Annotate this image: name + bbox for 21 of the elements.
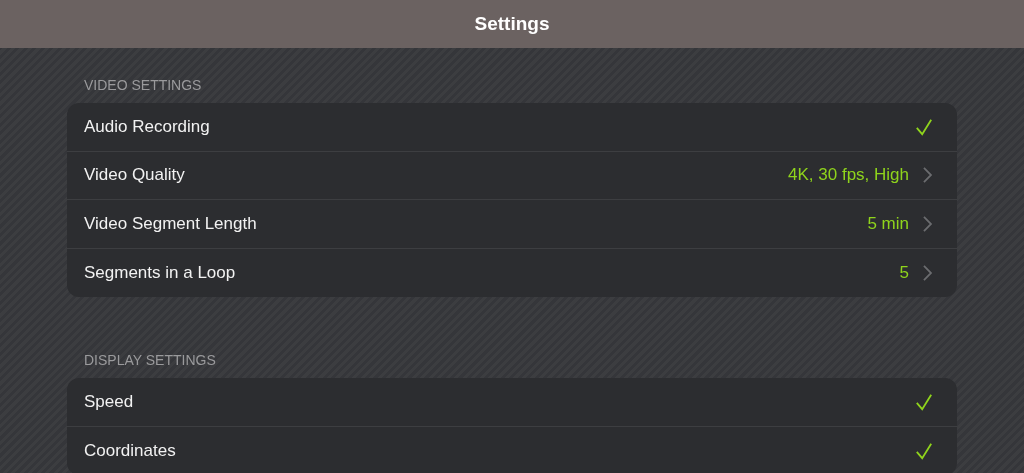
row-label: Segments in a Loop: [84, 262, 237, 283]
row-label: Video Quality: [84, 165, 186, 186]
settings-row[interactable]: Coordinates: [67, 426, 957, 473]
row-label: Coordinates: [84, 440, 177, 461]
chevron-icon: [923, 167, 932, 184]
row-label: Speed: [84, 391, 135, 412]
row-label: Video Segment Length: [84, 213, 258, 234]
chevron-icon: [923, 215, 932, 232]
settings-row[interactable]: Speed: [67, 378, 957, 427]
settings-row[interactable]: Segments in a Loop 5: [67, 248, 957, 297]
section-header: VIDEO SETTINGS: [83, 76, 203, 95]
row-value: 5: [899, 262, 909, 283]
chevron-icon: [923, 264, 932, 281]
page-title: Settings: [474, 13, 550, 35]
section-header: DISPLAY SETTINGS: [83, 351, 217, 370]
row-value: 5 min: [867, 213, 909, 234]
row-value: 4K, 30 fps, High: [788, 165, 909, 186]
row-label: Audio Recording: [84, 116, 211, 137]
settings-row[interactable]: Video Quality 4K, 30 fps, High: [67, 151, 957, 200]
settings-row[interactable]: Video Segment Length 5 min: [67, 200, 957, 249]
settings-row[interactable]: Audio Recording: [67, 103, 957, 152]
